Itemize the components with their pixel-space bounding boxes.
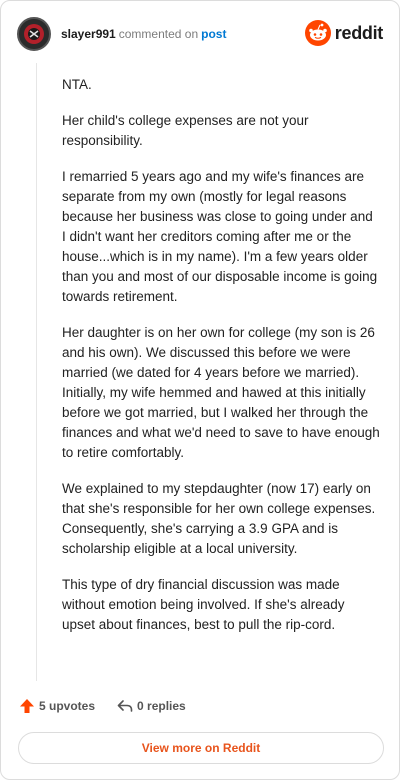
comment-paragraph: NTA. [62, 77, 92, 92]
replies-button[interactable]: 0 replies [117, 698, 186, 714]
comment-paragraph: We explained to my stepdaughter (now 17)… [62, 481, 376, 556]
embedded-comment-card: slayer991 commented on post reddit NTA. He… [0, 0, 400, 780]
reddit-snoo-icon [304, 20, 331, 46]
upvote-count: 5 upvotes [39, 699, 96, 713]
reply-count: 0 replies [137, 699, 186, 713]
view-more-on-reddit-button[interactable]: View more on Reddit [18, 732, 384, 764]
comment-paragraph: Her daughter is on her own for college (… [62, 325, 380, 460]
comment-header: slayer991 commented on post reddit [17, 17, 383, 51]
comment-body: NTA. Her child's college expenses are no… [62, 75, 380, 651]
upvote-arrow-icon [20, 699, 34, 713]
thread-line [36, 63, 37, 681]
reddit-logo[interactable]: reddit [304, 20, 384, 46]
comment-paragraph: This type of dry financial discussion wa… [62, 577, 345, 632]
comment-actions: 5 upvotes 0 replies [19, 698, 186, 714]
post-link[interactable]: post [201, 27, 226, 41]
commented-on-text: commented on [118, 27, 199, 41]
reply-arrow-icon [117, 700, 133, 712]
comment-paragraph: I remarried 5 years ago and my wife's fi… [62, 169, 378, 304]
username-link[interactable]: slayer991 [61, 27, 116, 41]
upvote-button[interactable]: 5 upvotes [19, 698, 95, 714]
comment-meta: slayer991 commented on post [61, 26, 226, 42]
avatar-emblem-icon [24, 24, 44, 44]
avatar[interactable] [17, 17, 51, 51]
comment-paragraph: Her child's college expenses are not you… [62, 113, 309, 148]
reddit-wordmark: reddit [334, 22, 384, 43]
